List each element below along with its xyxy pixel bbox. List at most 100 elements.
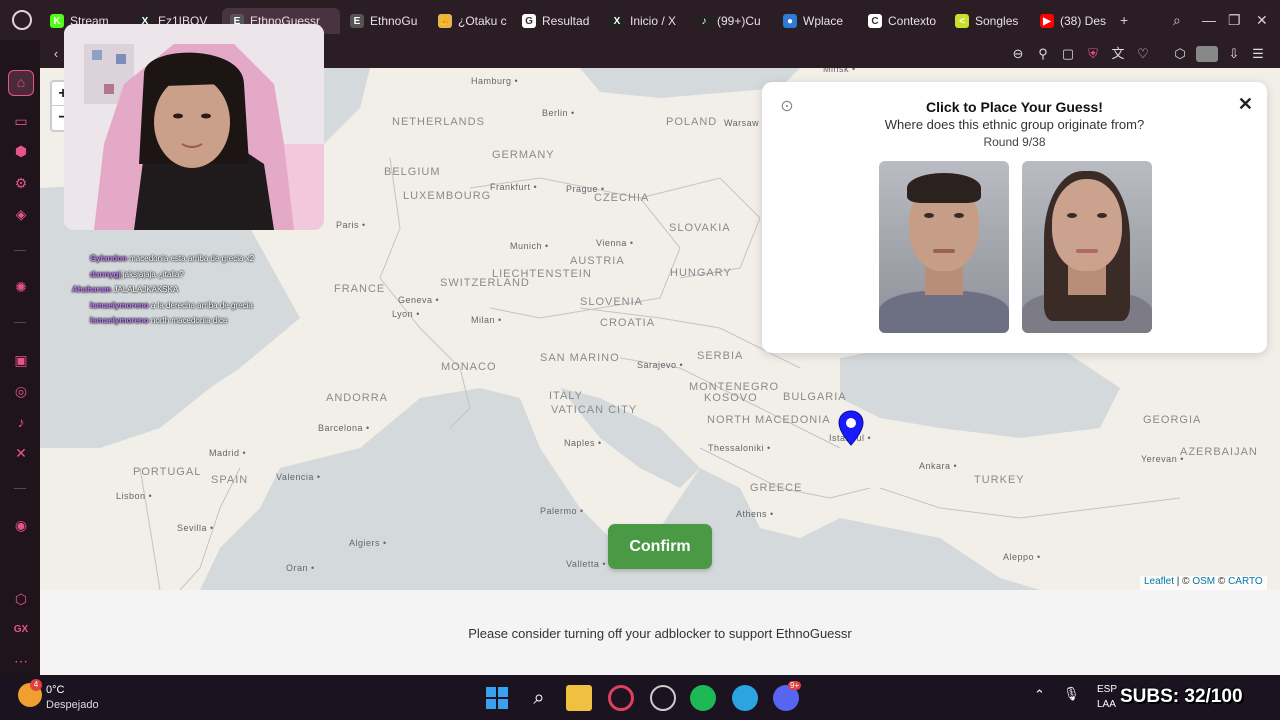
back-icon[interactable]: ‹	[48, 46, 64, 62]
panel-subtitle: Where does this ethnic group originate f…	[884, 117, 1145, 132]
tab-label: Resultad	[542, 14, 590, 28]
carto-link[interactable]: CARTO	[1228, 576, 1263, 587]
browser-tab[interactable]: E EthnoGu	[350, 8, 430, 34]
city-label: Algiers	[349, 538, 387, 548]
country-label: ANDORRA	[326, 392, 389, 404]
twitch-icon[interactable]: ▣	[10, 349, 32, 371]
close-window-icon[interactable]: ✕	[1256, 12, 1268, 29]
city-label: Naples	[564, 438, 602, 448]
microphone-icon[interactable]: 🎙	[1063, 686, 1080, 702]
cube-icon[interactable]: ◈	[10, 203, 32, 225]
gaming-icon[interactable]: ▭	[10, 110, 32, 132]
guess-panel: ⊙ Click to Place Your Guess! Where does …	[762, 82, 1267, 353]
shield-icon[interactable]: ⛨	[1085, 46, 1101, 62]
osm-link[interactable]: OSM	[1192, 576, 1215, 587]
weather-badge: 4	[30, 679, 42, 691]
tab-label: (38) Des	[1060, 14, 1107, 28]
city-label: Palermo	[540, 506, 584, 516]
home-icon[interactable]: ⌂	[8, 70, 34, 96]
city-label: Aleppo	[1003, 552, 1041, 562]
browser-tab[interactable]: X Inicio / X	[610, 8, 690, 34]
map-marker-icon[interactable]	[838, 410, 864, 446]
language-bottom[interactable]: LAA	[1097, 699, 1116, 710]
chat-message: Ismaelymoreno north macedonia dice	[90, 316, 227, 325]
country-label: BELGIUM	[384, 166, 441, 178]
x-icon[interactable]: ✕	[10, 442, 32, 464]
profile-avatar[interactable]	[1196, 46, 1218, 62]
search-icon[interactable]: ⌕	[526, 685, 552, 711]
ai-icon[interactable]: ✺	[10, 276, 32, 298]
country-label: SERBIA	[697, 350, 744, 362]
easy-setup-icon[interactable]: ☰	[1250, 46, 1266, 62]
city-label: Frankfurt	[490, 182, 537, 192]
sidebar: ⌂ ▭ ⬢ ⚙ ◈ ✺ ▣ ◎ ♪ ✕ ◉ ⬡ GX ⋯	[0, 40, 40, 675]
tiktok-icon[interactable]: ♪	[10, 411, 32, 433]
city-label: Warsaw	[724, 118, 766, 128]
browser-tab[interactable]: ▶ (38) Des	[1040, 8, 1116, 34]
chat-text: JALALAJKAKSKA	[113, 285, 179, 294]
city-label: Paris	[336, 220, 366, 230]
snapshot-icon[interactable]: ▢	[1060, 46, 1076, 62]
opera-gx-taskbar-icon[interactable]	[608, 685, 634, 711]
chat-message: Gylandon macedonia esta arriba de grecia…	[90, 254, 254, 263]
windows-start-icon[interactable]	[484, 685, 510, 711]
tray-chevron-icon[interactable]: ⌃	[1034, 687, 1045, 703]
settings-icon[interactable]: ⚙	[10, 172, 32, 194]
browser-tab[interactable]: ● Wplace	[783, 8, 861, 34]
cube-outline-icon[interactable]: ⬡	[10, 588, 32, 610]
round-counter: Round 9/38	[983, 135, 1046, 149]
more-icon[interactable]: ⋯	[10, 650, 32, 672]
city-label: Thessaloniki	[708, 443, 771, 453]
maximize-icon[interactable]: ❐	[1228, 12, 1241, 29]
edge-icon[interactable]	[732, 685, 758, 711]
zoom-out-icon[interactable]: ⊖	[1010, 46, 1026, 62]
female-face-image	[1022, 161, 1152, 333]
translate-icon[interactable]: 文	[1110, 46, 1126, 62]
spotify-icon[interactable]	[690, 685, 716, 711]
opera-logo-icon[interactable]	[12, 10, 32, 30]
minimize-icon[interactable]: —	[1202, 12, 1216, 28]
tab-label: (99+)Cu	[717, 14, 761, 28]
browser-tab[interactable]: G Resultad	[522, 8, 602, 34]
tab-favicon-icon: E	[350, 14, 364, 28]
search-tabs-icon[interactable]: ⌕	[1173, 12, 1181, 29]
language-top[interactable]: ESP	[1097, 684, 1117, 695]
instagram-icon[interactable]: ◎	[10, 380, 32, 402]
browser-tab[interactable]: < Songles	[955, 8, 1033, 34]
divider	[14, 322, 26, 323]
chat-username: dannygj	[90, 269, 123, 279]
extensions-icon[interactable]: ⬡	[1172, 46, 1188, 62]
country-label: NORTH MACEDONIA	[707, 414, 831, 426]
hexagon-icon[interactable]: ⬢	[10, 140, 32, 162]
tab-favicon-icon: G	[522, 14, 536, 28]
webcam-overlay	[64, 24, 324, 230]
country-label: VATICAN CITY	[551, 404, 638, 416]
city-label: Prague	[566, 184, 605, 194]
browser-tab[interactable]: C Contexto	[868, 8, 948, 34]
weather-temp: 0°C	[46, 684, 65, 696]
pin-icon[interactable]: ⚲	[1035, 46, 1051, 62]
browser-tab[interactable]: ♪ (99+)Cu	[697, 8, 777, 34]
country-label: BULGARIA	[783, 391, 847, 403]
adblock-message: Please consider turning off your adblock…	[468, 626, 852, 641]
file-explorer-icon[interactable]	[566, 685, 592, 711]
obs-icon[interactable]	[650, 685, 676, 711]
heart-icon[interactable]: ♡	[1135, 46, 1151, 62]
close-panel-button[interactable]: ✕	[1238, 94, 1253, 115]
city-label: Minsk	[823, 68, 856, 74]
male-face-image	[879, 161, 1009, 333]
page-footer: Please consider turning off your adblock…	[40, 590, 1280, 675]
city-label: Oran	[286, 563, 315, 573]
leaflet-link[interactable]: Leaflet	[1144, 576, 1174, 587]
country-label: HUNGARY	[670, 267, 732, 279]
country-label: AZERBAIJAN	[1180, 446, 1258, 458]
record-icon[interactable]: ◉	[10, 514, 32, 536]
new-tab-button[interactable]: +	[1120, 12, 1128, 28]
browser-tab[interactable]: ✌ ¿Otaku c	[438, 8, 516, 34]
download-icon[interactable]: ⇩	[1226, 46, 1242, 62]
confirm-button[interactable]: Confirm	[608, 524, 712, 569]
city-label: Munich	[510, 241, 549, 251]
chat-message: dannygj jaksjajaja ¿italia?	[90, 270, 184, 279]
gx-icon[interactable]: GX	[10, 619, 32, 641]
city-label: Berlin	[542, 108, 575, 118]
